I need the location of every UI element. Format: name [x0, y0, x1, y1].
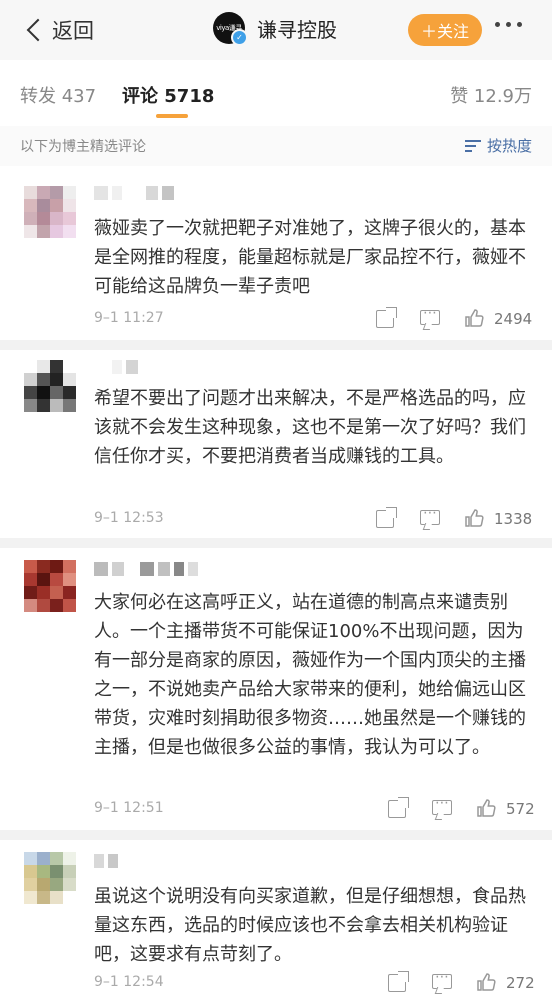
like-count: 572 [506, 800, 535, 818]
comment-item: 希望不要出了问题才出来解决，不是严格选品的吗，应该就不会发生这种现象，这也不是第… [0, 350, 552, 538]
comment-meta: 9–1 12:51 572 [94, 795, 540, 822]
comment-text: 希望不要出了问题才出来解决，不是严格选品的吗，应该就不会发生这种现象，这也不是第… [94, 388, 526, 467]
sort-by-hot-button[interactable]: 按热度 [464, 135, 532, 156]
active-tab-indicator [156, 114, 188, 118]
like-icon[interactable] [476, 972, 496, 992]
like-count: 272 [506, 974, 535, 992]
top-bar: 返回 viya谦寻 ✓ 谦寻控股 ＋关注 [0, 0, 552, 60]
comment-meta: 9–1 12:53 1338 [94, 505, 540, 532]
tab-repost[interactable]: 转发 437 [20, 82, 96, 108]
share-icon[interactable] [388, 971, 409, 992]
comment-time: 9–1 11:27 [94, 310, 164, 326]
comment-text: 大家何必在这高呼正义，站在道德的制高点来谴责别人。一个主播带货不可能保证100%… [94, 592, 526, 758]
featured-comments-label: 以下为博主精选评论 [20, 139, 146, 155]
tab-bar: 转发 437 评论 5718 赞 12.9万 [0, 60, 552, 127]
username-pixelated[interactable] [94, 186, 174, 204]
comment-time: 9–1 12:53 [94, 510, 164, 526]
username-pixelated[interactable] [94, 360, 138, 378]
comment-time: 9–1 12:54 [94, 974, 164, 990]
comment-meta: 9–1 11:27 2494 [94, 305, 540, 332]
comment-time: 9–1 12:51 [94, 800, 164, 816]
more-options-icon[interactable] [495, 22, 522, 27]
share-icon[interactable] [376, 507, 397, 528]
reply-icon[interactable] [420, 305, 440, 325]
reply-icon[interactable] [420, 505, 440, 525]
comment-text: 虽说这个说明没有向买家道歉，但是仔细想想，食品热量这东西，选品的时候应该也不会拿… [94, 886, 526, 965]
comments-subheader: 以下为博主精选评论 按热度 [0, 126, 552, 166]
share-icon[interactable] [376, 307, 397, 328]
verified-badge-icon: ✓ [231, 29, 248, 46]
account-avatar: viya谦寻 ✓ [213, 12, 248, 46]
avatar[interactable] [24, 186, 76, 238]
avatar[interactable] [24, 852, 76, 904]
follow-button[interactable]: ＋关注 [408, 14, 482, 46]
share-icon[interactable] [388, 797, 409, 818]
like-icon[interactable] [464, 508, 484, 528]
username-pixelated[interactable] [94, 854, 118, 872]
tab-likes[interactable]: 赞 12.9万 [450, 82, 532, 108]
divider [0, 830, 552, 840]
comment-item: 虽说这个说明没有向买家道歉，但是仔细想想，食品热量这东西，选品的时候应该也不会拿… [0, 840, 552, 1000]
like-count: 1338 [494, 510, 533, 528]
chevron-left-icon [26, 18, 50, 42]
avatar[interactable] [24, 560, 76, 612]
account-header[interactable]: viya谦寻 ✓ 谦寻控股 [213, 12, 337, 46]
comment-item: 薇娅卖了一次就把靶子对准她了，这牌子很火的，基本是全网推的程度，能量超标就是厂家… [0, 166, 552, 340]
like-count: 2494 [494, 310, 533, 328]
divider [0, 538, 552, 548]
avatar[interactable] [24, 360, 76, 412]
divider [0, 340, 552, 350]
sort-label: 按热度 [486, 137, 532, 155]
account-name: 谦寻控股 [257, 17, 337, 42]
reply-icon[interactable] [432, 795, 452, 815]
like-icon[interactable] [464, 308, 484, 328]
username-pixelated[interactable] [94, 562, 198, 580]
tab-comments[interactable]: 评论 5718 [122, 82, 214, 108]
back-button[interactable]: 返回 [22, 14, 94, 46]
like-icon[interactable] [476, 798, 496, 818]
sort-icon [464, 139, 481, 152]
back-label: 返回 [52, 19, 94, 43]
comment-item: 大家何必在这高呼正义，站在道德的制高点来谴责别人。一个主播带货不可能保证100%… [0, 548, 552, 830]
comment-meta: 9–1 12:54 272 [94, 969, 540, 996]
comment-text: 薇娅卖了一次就把靶子对准她了，这牌子很火的，基本是全网推的程度，能量超标就是厂家… [94, 218, 526, 297]
reply-icon[interactable] [432, 969, 452, 989]
